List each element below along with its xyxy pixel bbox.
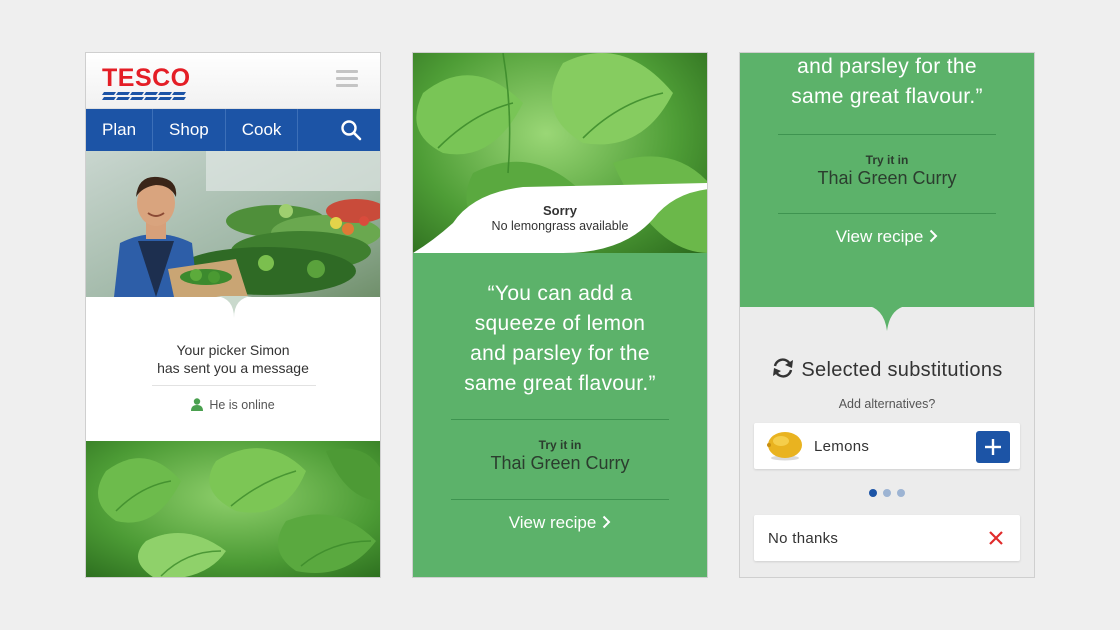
message-line-2: has sent you a message — [157, 360, 309, 376]
divider — [451, 499, 669, 500]
tesco-logo[interactable]: TESCO — [102, 65, 191, 100]
carousel-dot-3[interactable] — [897, 489, 905, 497]
carousel-dot-1[interactable] — [869, 489, 877, 497]
quote-line-3: and parsley for the — [797, 55, 977, 78]
substitute-item-card[interactable]: Lemons — [754, 423, 1020, 469]
parsley-image — [86, 441, 380, 577]
search-icon[interactable] — [340, 119, 362, 141]
picker-message-text: Your picker Simon has sent you a message — [86, 341, 380, 377]
person-icon — [191, 398, 204, 411]
swap-icon — [773, 358, 794, 378]
logo-text: TESCO — [102, 64, 191, 92]
parsley-photo — [86, 441, 380, 577]
hero-image-picker — [86, 151, 380, 297]
phone-screen-substitution-tip: Sorry No lemongrass available “You can a… — [412, 52, 708, 578]
quote-line-2: squeeze of lemon — [474, 312, 646, 335]
quote-line-1: “You can add a — [487, 282, 633, 305]
tip-quote: “You can add a squeeze of lemon and pars… — [413, 279, 707, 399]
recipe-name[interactable]: Thai Green Curry — [740, 168, 1034, 189]
view-recipe-label: View recipe — [835, 227, 924, 246]
picker-message-panel[interactable]: Your picker Simon has sent you a message… — [86, 296, 380, 439]
view-recipe-label: View recipe — [508, 513, 597, 532]
carousel-dot-2[interactable] — [883, 489, 891, 497]
add-substitute-button[interactable] — [976, 431, 1010, 463]
hamburger-icon[interactable] — [336, 70, 358, 88]
no-thanks-label: No thanks — [768, 530, 839, 547]
view-recipe-link[interactable]: View recipe — [740, 227, 1034, 247]
logo-stripes-icon — [102, 92, 186, 100]
substitutions-title: Selected substitutions — [801, 359, 1003, 381]
lemon-icon — [767, 432, 802, 461]
nav-cook[interactable]: Cook — [226, 109, 299, 151]
chevron-right-icon — [930, 229, 938, 243]
quote-line-3: and parsley for the — [470, 342, 650, 365]
main-nav: Plan Shop Cook — [86, 109, 380, 151]
quote-line-4: same great flavour.” — [791, 85, 983, 108]
substitutions-heading: Selected substitutions — [740, 357, 1034, 382]
plus-icon — [985, 439, 1001, 455]
nav-plan[interactable]: Plan — [86, 109, 154, 151]
close-icon[interactable] — [988, 530, 1004, 546]
divider — [152, 385, 316, 386]
quote-line-4: same great flavour.” — [464, 372, 656, 395]
nav-shop[interactable]: Shop — [153, 109, 226, 151]
view-recipe-link[interactable]: View recipe — [413, 513, 707, 533]
try-it-label: Try it in — [538, 438, 582, 452]
recipe-name[interactable]: Thai Green Curry — [413, 453, 707, 474]
divider — [778, 213, 996, 214]
no-thanks-button[interactable]: No thanks — [754, 515, 1020, 561]
add-alternatives-hint: Add alternatives? — [838, 397, 936, 411]
tip-quote: and parsley for the same great flavour.” — [740, 53, 1034, 112]
phone-screen-home: TESCO Plan Shop Cook Your picker Simon h… — [85, 52, 381, 578]
substitute-item-name: Lemons — [814, 438, 870, 455]
app-header: TESCO — [86, 53, 380, 109]
online-status: He is online — [86, 398, 380, 412]
divider — [451, 419, 669, 420]
sorry-title: Sorry — [543, 203, 577, 218]
online-status-text: He is online — [209, 398, 275, 412]
try-it-label: Try it in — [865, 153, 909, 167]
carousel-pagination — [740, 484, 1034, 502]
phone-screen-substitutions: and parsley for the same great flavour.”… — [739, 52, 1035, 578]
unavailable-item-text: No lemongrass available — [491, 219, 629, 233]
message-line-1: Your picker Simon — [176, 342, 290, 358]
speech-notch — [864, 305, 910, 331]
speech-notch — [216, 296, 252, 318]
grocery-picker-photo — [86, 151, 380, 297]
divider — [778, 134, 996, 135]
chevron-right-icon — [603, 515, 611, 529]
